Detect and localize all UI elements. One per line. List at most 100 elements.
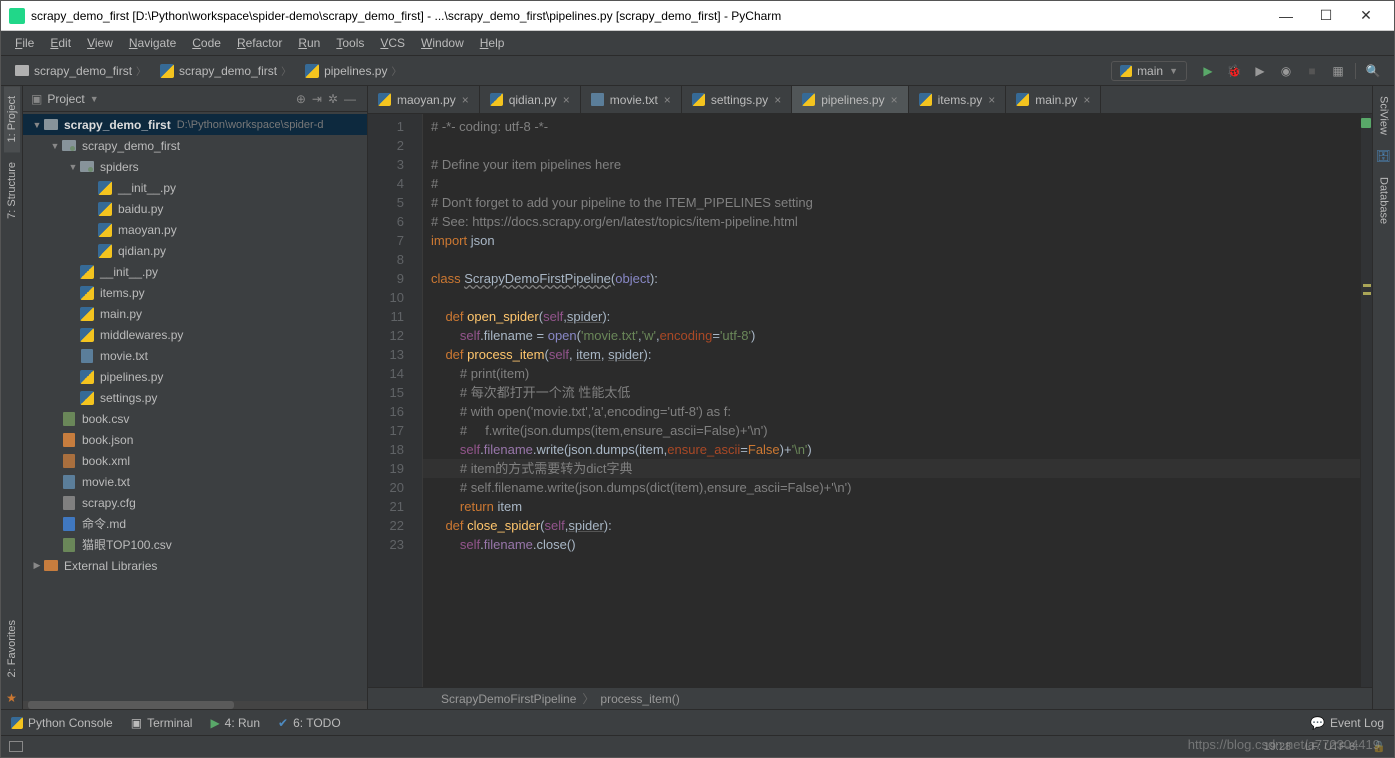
menu-refactor[interactable]: Refactor — [229, 33, 290, 53]
tree-node[interactable]: ▼scrapy_demo_firstD:\Python\workspace\sp… — [23, 114, 367, 135]
tree-node[interactable]: 猫眼TOP100.csv — [23, 534, 367, 555]
settings-icon[interactable]: ✲ — [325, 92, 341, 106]
tree-node[interactable]: settings.py — [23, 387, 367, 408]
close-tab-icon[interactable]: × — [988, 93, 995, 107]
navbar: scrapy_demo_firstscrapy_demo_firstpipeli… — [1, 56, 1394, 86]
tree-node[interactable]: ▼spiders — [23, 156, 367, 177]
menu-navigate[interactable]: Navigate — [121, 33, 184, 53]
toolwindows-toggle[interactable] — [9, 741, 23, 752]
menu-code[interactable]: Code — [184, 33, 229, 53]
gutter[interactable]: 1234567891011121314151617181920212223 — [368, 114, 423, 687]
tab-structure[interactable]: 7: Structure — [4, 152, 20, 229]
menu-file[interactable]: File — [7, 33, 42, 53]
menu-run[interactable]: Run — [290, 33, 328, 53]
expand-arrow-icon[interactable]: ▼ — [49, 141, 61, 151]
py-icon — [305, 64, 319, 78]
tree-node[interactable]: __init__.py — [23, 261, 367, 282]
layout-button[interactable]: ▦ — [1328, 61, 1348, 81]
crumb-method[interactable]: process_item() — [600, 692, 679, 706]
warning-mark[interactable] — [1363, 292, 1371, 295]
menu-window[interactable]: Window — [413, 33, 472, 53]
tree-node[interactable]: ▼scrapy_demo_first — [23, 135, 367, 156]
close-button[interactable]: ✕ — [1346, 2, 1386, 30]
tree-node[interactable]: scrapy.cfg — [23, 492, 367, 513]
tree-node[interactable]: qidian.py — [23, 240, 367, 261]
crumb-class[interactable]: ScrapyDemoFirstPipeline — [441, 692, 576, 706]
editor-tab[interactable]: items.py× — [909, 86, 1007, 113]
todo-button[interactable]: ✔ 6: TODO — [278, 716, 341, 730]
editor-tab[interactable]: qidian.py× — [480, 86, 581, 113]
menu-vcs[interactable]: VCS — [372, 33, 413, 53]
project-panel-title-selector[interactable]: ▣ Project ▼ — [31, 92, 293, 106]
tree-node[interactable]: book.csv — [23, 408, 367, 429]
expand-arrow-icon[interactable]: ▼ — [67, 162, 79, 172]
tree-node[interactable]: ▶External Libraries — [23, 555, 367, 576]
tree-node[interactable]: book.xml — [23, 450, 367, 471]
minimize-button[interactable]: — — [1266, 2, 1306, 30]
tree-node[interactable]: 命令.md — [23, 513, 367, 534]
python-console-button[interactable]: Python Console — [11, 716, 113, 730]
run-button[interactable]: ▶ — [1198, 61, 1218, 81]
close-tab-icon[interactable]: × — [563, 93, 570, 107]
stop-button[interactable]: ■ — [1302, 61, 1322, 81]
close-tab-icon[interactable]: × — [462, 93, 469, 107]
editor-tab[interactable]: maoyan.py× — [368, 86, 480, 113]
maximize-button[interactable]: ☐ — [1306, 2, 1346, 30]
tree-node[interactable]: pipelines.py — [23, 366, 367, 387]
horizontal-scrollbar[interactable] — [23, 701, 367, 709]
code-editor[interactable]: # -*- coding: utf-8 -*-# Define your ite… — [423, 114, 1360, 687]
tree-node[interactable]: middlewares.py — [23, 324, 367, 345]
search-everywhere-button[interactable]: 🔍 — [1363, 61, 1383, 81]
tree-node[interactable]: movie.txt — [23, 345, 367, 366]
tree-node[interactable]: items.py — [23, 282, 367, 303]
tree-label: book.json — [82, 433, 133, 447]
tree-node[interactable]: __init__.py — [23, 177, 367, 198]
hide-icon[interactable]: — — [341, 92, 359, 106]
collapse-icon[interactable]: ⇥ — [309, 92, 325, 106]
run-config-selector[interactable]: main ▼ — [1111, 61, 1187, 81]
menu-help[interactable]: Help — [472, 33, 513, 53]
menu-edit[interactable]: Edit — [42, 33, 79, 53]
lib-icon — [44, 560, 58, 571]
terminal-button[interactable]: ▣ Terminal — [131, 716, 193, 730]
tab-favorites[interactable]: 2: Favorites — [4, 610, 20, 687]
project-tree[interactable]: ▼scrapy_demo_firstD:\Python\workspace\sp… — [23, 112, 367, 701]
tree-label: movie.txt — [100, 349, 148, 363]
menu-view[interactable]: View — [79, 33, 121, 53]
run-with-coverage-button[interactable]: ▶ — [1250, 61, 1270, 81]
editor-breadcrumb[interactable]: ScrapyDemoFirstPipeline 〉 process_item() — [368, 687, 1372, 709]
close-tab-icon[interactable]: × — [664, 93, 671, 107]
editor-tab[interactable]: pipelines.py× — [792, 86, 908, 113]
warning-mark[interactable] — [1363, 284, 1371, 287]
debug-button[interactable]: 🐞 — [1224, 61, 1244, 81]
project-panel: ▣ Project ▼ ⊕ ⇥ ✲ — ▼scrapy_demo_firstD:… — [23, 86, 368, 709]
editor-tab[interactable]: settings.py× — [682, 86, 792, 113]
tab-label: main.py — [1035, 93, 1077, 107]
tab-database[interactable]: Database — [1376, 167, 1392, 234]
tree-node[interactable]: main.py — [23, 303, 367, 324]
close-tab-icon[interactable]: × — [1083, 93, 1090, 107]
tab-sciview[interactable]: SciView — [1376, 86, 1392, 145]
menu-tools[interactable]: Tools — [328, 33, 372, 53]
editor-tab[interactable]: movie.txt× — [581, 86, 682, 113]
event-log-button[interactable]: 💬 Event Log — [1310, 716, 1384, 730]
tree-node[interactable]: baidu.py — [23, 198, 367, 219]
expand-arrow-icon[interactable]: ▼ — [31, 120, 43, 130]
tab-project[interactable]: 1: Project — [4, 86, 20, 152]
py-icon — [378, 93, 391, 106]
tree-node[interactable]: book.json — [23, 429, 367, 450]
profile-button[interactable]: ◉ — [1276, 61, 1296, 81]
error-stripe[interactable] — [1360, 114, 1372, 687]
expand-arrow-icon[interactable]: ▶ — [31, 560, 43, 571]
locate-icon[interactable]: ⊕ — [293, 92, 309, 106]
run-toolwindow-button[interactable]: ▶ 4: Run — [210, 716, 260, 730]
close-tab-icon[interactable]: × — [774, 93, 781, 107]
close-tab-icon[interactable]: × — [891, 93, 898, 107]
editor-area: maoyan.py×qidian.py×movie.txt×settings.p… — [368, 86, 1372, 709]
editor-tab[interactable]: main.py × — [1006, 86, 1101, 113]
breadcrumb-item[interactable]: scrapy_demo_first — [9, 61, 152, 80]
breadcrumb-item[interactable]: scrapy_demo_first — [154, 61, 297, 80]
tree-node[interactable]: movie.txt — [23, 471, 367, 492]
tree-node[interactable]: maoyan.py — [23, 219, 367, 240]
breadcrumb-item[interactable]: pipelines.py — [299, 61, 407, 80]
